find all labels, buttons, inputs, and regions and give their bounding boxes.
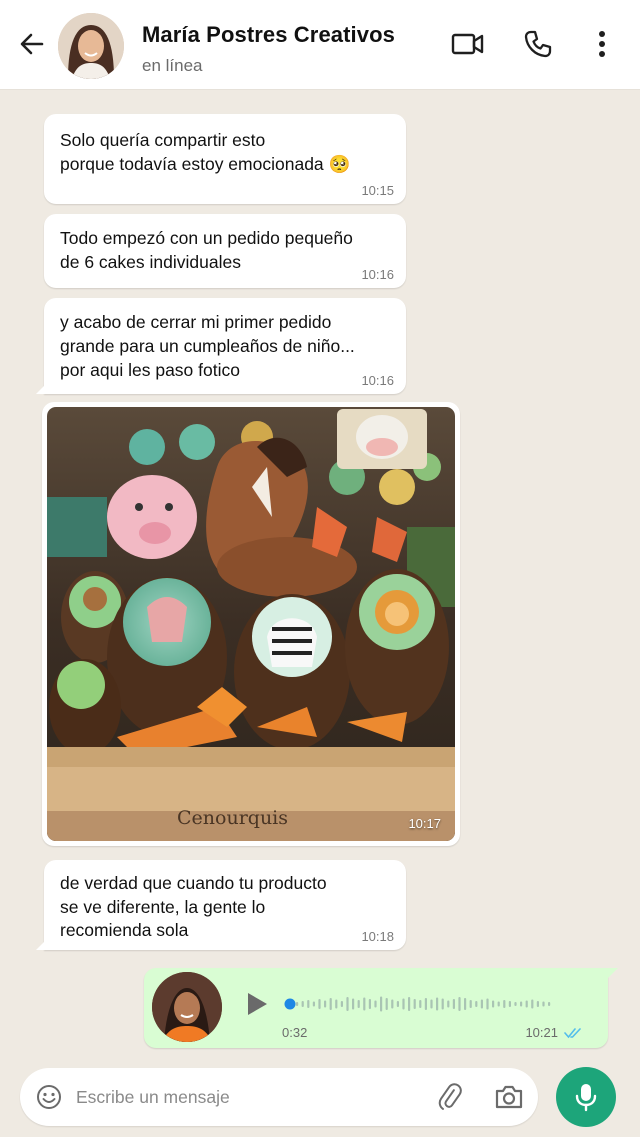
waveform-bar — [514, 1002, 517, 1006]
waveform-bar — [525, 1000, 528, 1008]
read-receipt-icon — [564, 1026, 582, 1039]
waveform-bar — [346, 997, 349, 1011]
waveform-bar — [492, 1000, 495, 1008]
waveform-bar — [340, 1001, 343, 1007]
message-time: 10:17 — [408, 816, 441, 831]
waveform-bar — [391, 999, 394, 1009]
contact-name[interactable]: María Postres Creativos — [142, 22, 395, 48]
waveform-bar — [374, 1000, 377, 1008]
waveform-bar — [424, 998, 427, 1010]
back-arrow-icon[interactable] — [16, 28, 48, 60]
waveform-bar — [324, 1000, 327, 1008]
waveform-bar — [469, 1000, 472, 1008]
phone-call-icon[interactable] — [520, 26, 556, 62]
waveform-bar — [531, 999, 534, 1009]
message-composer: Escribe un mensaje — [20, 1068, 538, 1126]
mic-button[interactable] — [556, 1067, 616, 1127]
bubble-tail — [36, 936, 50, 950]
waveform-bar — [441, 998, 444, 1010]
waveform-bar — [419, 1000, 422, 1008]
waveform-bar — [475, 1001, 478, 1007]
waveform-bar — [464, 998, 467, 1010]
image-message[interactable]: Cenourquis 10:17 — [42, 402, 460, 846]
video-call-icon[interactable] — [450, 26, 486, 62]
message-bubble[interactable]: y acabo de cerrar mi primer pedido grand… — [36, 298, 406, 394]
message-bubble[interactable]: Solo quería compartir esto porque todaví… — [44, 114, 406, 204]
waveform-bar — [486, 998, 489, 1010]
camera-icon[interactable] — [494, 1083, 524, 1111]
waveform-bar — [396, 1001, 399, 1007]
sender-avatar — [152, 972, 222, 1042]
waveform-bar — [503, 1000, 506, 1008]
waveform-bar — [497, 1001, 500, 1007]
message-time: 10:21 — [525, 1025, 558, 1040]
waveform-bar — [301, 1001, 304, 1007]
waveform-bar — [329, 998, 332, 1010]
bubble-tail — [604, 968, 618, 982]
contact-status: en línea — [142, 56, 203, 75]
waveform-bar — [307, 1000, 310, 1008]
message-text: y acabo de cerrar mi primer pedido grand… — [60, 312, 355, 380]
message-bubble[interactable]: Todo empezó con un pedido pequeño de 6 c… — [44, 214, 406, 288]
waveform-bar — [357, 1000, 360, 1008]
voice-waveform[interactable] — [284, 988, 564, 1020]
waveform-bar — [548, 1002, 551, 1006]
mic-icon — [575, 1084, 597, 1112]
message-text: Todo empezó con un pedido pequeño de 6 c… — [60, 228, 353, 272]
waveform-bar — [312, 1001, 315, 1007]
waveform-bar — [520, 1001, 523, 1007]
playback-position-dot — [284, 998, 296, 1010]
message-text: Solo quería compartir esto porque todaví… — [60, 130, 351, 174]
message-time: 10:18 — [361, 929, 394, 944]
play-icon[interactable] — [244, 990, 270, 1018]
attach-icon[interactable] — [436, 1083, 464, 1111]
message-time: 10:15 — [361, 183, 394, 198]
waveform-bar — [402, 998, 405, 1010]
crate-text: Cenourquis — [177, 807, 288, 829]
chat-header: María Postres Creativos en línea — [0, 0, 640, 90]
waveform-bar — [335, 999, 338, 1009]
more-vert-icon[interactable] — [584, 26, 620, 62]
message-time: 10:16 — [361, 373, 394, 388]
voice-duration: 0:32 — [282, 1025, 308, 1040]
waveform-bar — [536, 1001, 539, 1007]
waveform-bar — [368, 999, 371, 1009]
waveform-bar — [452, 999, 455, 1009]
waveform-bar — [508, 1001, 511, 1007]
waveform-bar — [363, 997, 366, 1011]
waveform-bar — [480, 999, 483, 1009]
bubble-tail — [36, 380, 50, 394]
contact-avatar[interactable] — [58, 13, 124, 79]
waveform-bar — [296, 1002, 299, 1006]
message-text: de verdad que cuando tu producto se ve d… — [60, 873, 327, 940]
waveform-bar — [408, 997, 411, 1011]
message-input[interactable]: Escribe un mensaje — [76, 1087, 230, 1108]
waveform-bar — [413, 999, 416, 1009]
message-bubble[interactable]: de verdad que cuando tu producto se ve d… — [36, 860, 406, 950]
emoji-icon[interactable] — [36, 1084, 62, 1110]
waveform-bar — [352, 998, 355, 1010]
waveform-bar — [380, 996, 383, 1012]
waveform-bar — [436, 997, 439, 1011]
waveform-bar — [385, 998, 388, 1010]
message-time: 10:16 — [361, 267, 394, 282]
waveform-bar — [542, 1001, 545, 1007]
voice-message[interactable]: 0:32 10:21 — [144, 968, 618, 1048]
waveform-bar — [458, 997, 461, 1011]
message-photo[interactable]: Cenourquis 10:17 — [47, 407, 455, 841]
waveform-bar — [318, 999, 321, 1009]
waveform-bar — [447, 1000, 450, 1008]
waveform-bar — [430, 999, 433, 1009]
